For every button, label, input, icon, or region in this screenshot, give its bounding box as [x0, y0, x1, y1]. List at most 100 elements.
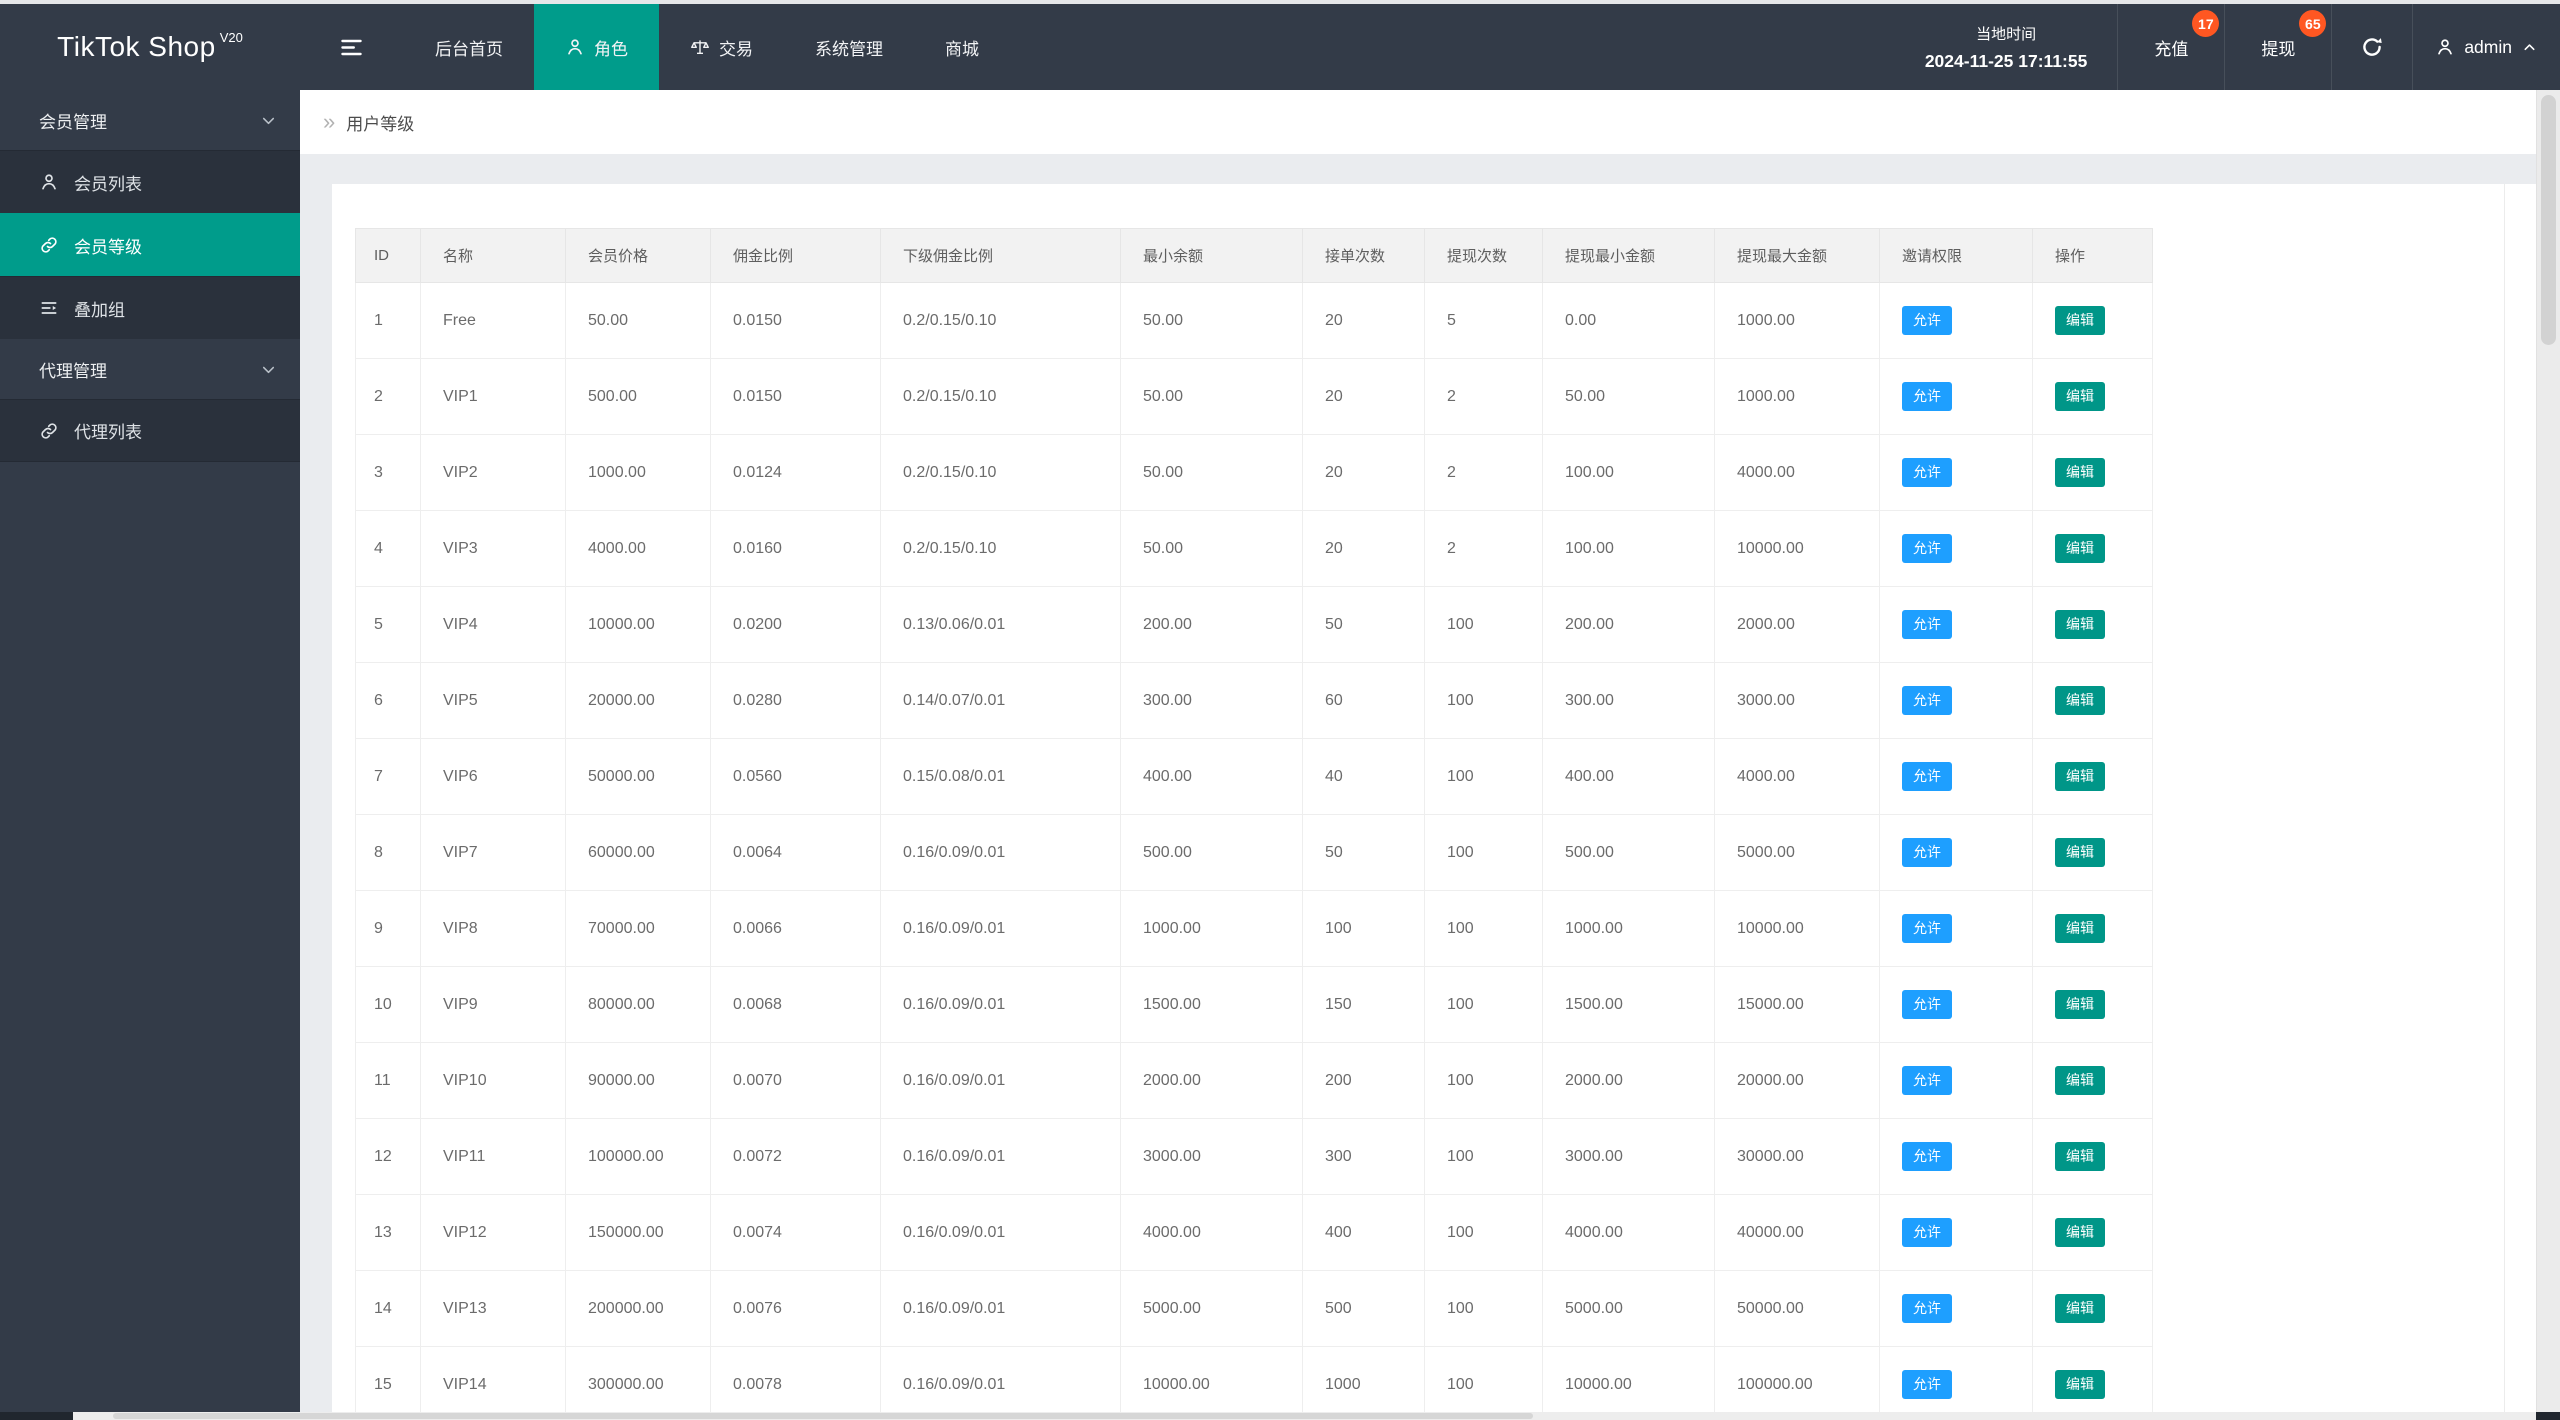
- table-cell: 90000.00: [565, 1042, 711, 1119]
- column-header: ID: [355, 228, 421, 283]
- table-cell: VIP9: [420, 966, 566, 1043]
- table-cell: 60000.00: [565, 814, 711, 891]
- layers-icon: [39, 298, 59, 318]
- nav-item[interactable]: 后台首页: [404, 4, 534, 90]
- nav-item[interactable]: 交易: [659, 4, 784, 90]
- vertical-scrollbar[interactable]: [2536, 90, 2560, 1412]
- edit-button[interactable]: 编辑: [2055, 1066, 2105, 1095]
- edit-button[interactable]: 编辑: [2055, 534, 2105, 563]
- table-row: 10 VIP9 80000.00 0.0068 0.16/0.09/0.01 1500.0…: [355, 966, 2153, 1043]
- user-menu[interactable]: admin: [2413, 4, 2560, 90]
- scrollbar-corner: [0, 1412, 73, 1420]
- allow-button[interactable]: 允许: [1902, 1294, 1952, 1323]
- edit-button[interactable]: 编辑: [2055, 838, 2105, 867]
- table-cell: 50.00: [1120, 282, 1303, 359]
- sidebar-item[interactable]: 会员列表: [0, 150, 300, 213]
- allow-button[interactable]: 允许: [1902, 762, 1952, 791]
- table-cell: 20000.00: [1714, 1042, 1880, 1119]
- action-cell: 编辑: [2032, 282, 2153, 359]
- action-cell: 编辑: [2032, 510, 2153, 587]
- table-cell: 4000.00: [1714, 738, 1880, 815]
- edit-button[interactable]: 编辑: [2055, 762, 2105, 791]
- table-cell: 100: [1424, 966, 1543, 1043]
- action-cell: 编辑: [2032, 966, 2153, 1043]
- allow-button[interactable]: 允许: [1902, 610, 1952, 639]
- column-header: 提现最小金额: [1542, 228, 1715, 283]
- allow-button[interactable]: 允许: [1902, 990, 1952, 1019]
- table-cell: 100: [1424, 814, 1543, 891]
- edit-button[interactable]: 编辑: [2055, 458, 2105, 487]
- withdraw-button[interactable]: 提现 65: [2225, 4, 2331, 90]
- table-cell: 8: [355, 814, 421, 891]
- allow-button[interactable]: 允许: [1902, 838, 1952, 867]
- allow-button[interactable]: 允许: [1902, 1370, 1952, 1399]
- table-cell: 300.00: [1542, 662, 1715, 739]
- refresh-button[interactable]: [2332, 4, 2412, 90]
- recharge-button[interactable]: 充值 17: [2118, 4, 2224, 90]
- sidebar-group-header[interactable]: 代理管理: [0, 339, 300, 399]
- sidebar-item[interactable]: 会员等级: [0, 213, 300, 276]
- edit-button[interactable]: 编辑: [2055, 686, 2105, 715]
- allow-button[interactable]: 允许: [1902, 1066, 1952, 1095]
- allow-button[interactable]: 允许: [1902, 306, 1952, 335]
- table-cell: 50.00: [1120, 434, 1303, 511]
- table-cell: 4000.00: [1120, 1194, 1303, 1271]
- edit-button[interactable]: 编辑: [2055, 990, 2105, 1019]
- table-cell: 50000.00: [565, 738, 711, 815]
- allow-button[interactable]: 允许: [1902, 1218, 1952, 1247]
- sidebar-item[interactable]: 代理列表: [0, 399, 300, 462]
- table-cell: 10000.00: [1714, 890, 1880, 967]
- table-cell: 0.16/0.09/0.01: [880, 1270, 1121, 1347]
- table-cell: 0.0066: [710, 890, 881, 967]
- horizontal-scrollbar-thumb[interactable]: [113, 1413, 1533, 1419]
- edit-button[interactable]: 编辑: [2055, 1142, 2105, 1171]
- allow-button[interactable]: 允许: [1902, 458, 1952, 487]
- edit-button[interactable]: 编辑: [2055, 1218, 2105, 1247]
- table-row: 11 VIP10 90000.00 0.0070 0.16/0.09/0.01 2000.…: [355, 1042, 2153, 1119]
- invite-permission-cell: 允许: [1879, 662, 2033, 739]
- table-cell: 3000.00: [1542, 1118, 1715, 1195]
- menu-toggle-icon[interactable]: [322, 4, 380, 90]
- table-cell: VIP4: [420, 586, 566, 663]
- table-cell: 3000.00: [1120, 1118, 1303, 1195]
- table-cell: 4000.00: [1714, 434, 1880, 511]
- horizontal-scrollbar-track[interactable]: [73, 1412, 2536, 1420]
- table-cell: 50000.00: [1714, 1270, 1880, 1347]
- table-cell: 60: [1302, 662, 1425, 739]
- table-cell: 15000.00: [1714, 966, 1880, 1043]
- horizontal-scrollbar[interactable]: [0, 1412, 2560, 1420]
- table-cell: 0.0200: [710, 586, 881, 663]
- table-cell: 30000.00: [1714, 1118, 1880, 1195]
- allow-button[interactable]: 允许: [1902, 1142, 1952, 1171]
- table-cell: 100.00: [1542, 434, 1715, 511]
- allow-button[interactable]: 允许: [1902, 534, 1952, 563]
- table-cell: 50.00: [1542, 358, 1715, 435]
- vertical-scrollbar-thumb[interactable]: [2541, 95, 2556, 345]
- table-cell: 2: [355, 358, 421, 435]
- nav-item[interactable]: 角色: [534, 4, 659, 90]
- allow-button[interactable]: 允许: [1902, 382, 1952, 411]
- sidebar-group-header[interactable]: 会员管理: [0, 90, 300, 150]
- table-header-row: ID 名称 会员价格 佣金比例 下级佣金比例 最小余额 接单次数 提现次数 提现最小金额 提现最大…: [355, 228, 2153, 283]
- table-cell: 10000.00: [1542, 1346, 1715, 1412]
- table-cell: 500.00: [1120, 814, 1303, 891]
- table-cell: 0.14/0.07/0.01: [880, 662, 1121, 739]
- nav-item[interactable]: 商城: [914, 4, 1010, 90]
- nav-item[interactable]: 系统管理: [784, 4, 914, 90]
- sidebar: 会员管理 会员列表 会员等级 叠加组 代理管理 代理列表: [0, 90, 300, 1412]
- edit-button[interactable]: 编辑: [2055, 382, 2105, 411]
- edit-button[interactable]: 编辑: [2055, 306, 2105, 335]
- nav-item-label: 角色: [594, 39, 628, 59]
- edit-button[interactable]: 编辑: [2055, 610, 2105, 639]
- edit-button[interactable]: 编辑: [2055, 914, 2105, 943]
- table-cell: 5: [355, 586, 421, 663]
- edit-button[interactable]: 编辑: [2055, 1294, 2105, 1323]
- table-cell: VIP8: [420, 890, 566, 967]
- sidebar-item[interactable]: 叠加组: [0, 276, 300, 339]
- allow-button[interactable]: 允许: [1902, 686, 1952, 715]
- table-row: 3 VIP2 1000.00 0.0124 0.2/0.15/0.10 50.00 20 2 1…: [355, 434, 2153, 511]
- allow-button[interactable]: 允许: [1902, 914, 1952, 943]
- table-cell: 70000.00: [565, 890, 711, 967]
- edit-button[interactable]: 编辑: [2055, 1370, 2105, 1399]
- action-cell: 编辑: [2032, 1194, 2153, 1271]
